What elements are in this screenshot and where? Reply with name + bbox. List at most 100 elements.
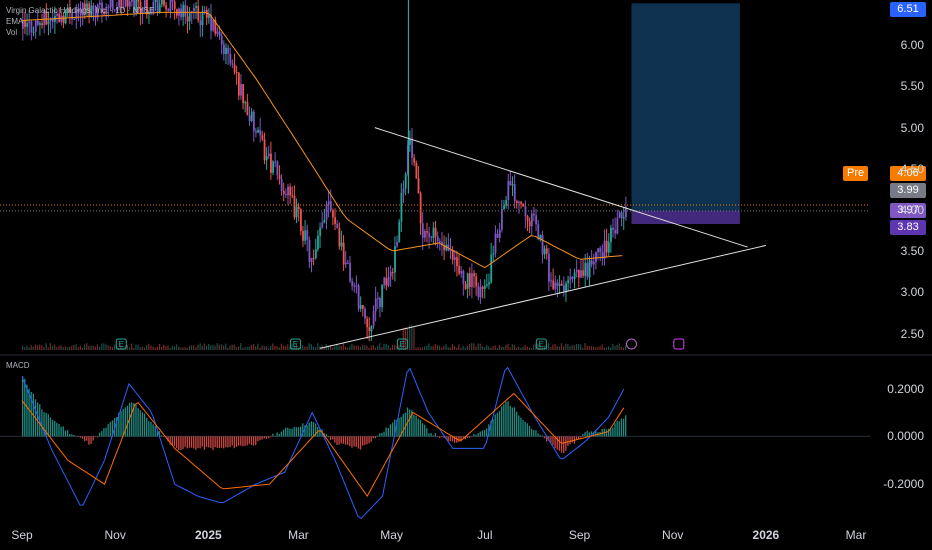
candle-body bbox=[460, 271, 463, 274]
macd-histogram-bar bbox=[257, 436, 259, 442]
volume-bar bbox=[28, 347, 30, 350]
macd-histogram-bar bbox=[237, 436, 240, 446]
volume-bar bbox=[603, 347, 605, 350]
ema-legend[interactable]: EMA bbox=[6, 17, 23, 27]
candle-body bbox=[372, 311, 375, 326]
macd-histogram-bar bbox=[94, 436, 97, 437]
candle-body bbox=[98, 2, 101, 5]
macd-histogram-bar bbox=[235, 436, 238, 447]
volume-bar bbox=[75, 344, 77, 350]
macd-histogram-bar bbox=[244, 436, 246, 446]
volume-bar bbox=[77, 347, 79, 350]
macd-histogram-bar bbox=[173, 436, 176, 447]
volume-bar bbox=[616, 344, 618, 350]
macd-histogram-bar bbox=[182, 436, 184, 450]
volume-bar bbox=[571, 345, 573, 350]
volume-bar bbox=[180, 347, 182, 350]
macd-histogram-bar bbox=[227, 436, 229, 448]
macd-histogram-bar bbox=[558, 436, 561, 451]
macd-histogram-bar bbox=[77, 436, 79, 437]
volume-bar bbox=[257, 343, 259, 350]
candle-body bbox=[370, 325, 373, 332]
earnings-marker-label: E bbox=[119, 340, 124, 349]
candle-body bbox=[336, 223, 339, 228]
candle-body bbox=[340, 242, 343, 247]
macd-histogram-bar bbox=[267, 436, 270, 439]
price-axis-label: 5.50 bbox=[900, 79, 924, 94]
candle-body bbox=[391, 271, 394, 273]
volume-bar bbox=[582, 347, 584, 350]
candle-body bbox=[496, 233, 499, 238]
macd-histogram-bar bbox=[338, 436, 340, 445]
macd-histogram-bar bbox=[51, 419, 54, 437]
candle-body bbox=[171, 0, 174, 2]
price-axis-label: 5.00 bbox=[900, 120, 924, 135]
volume-bar bbox=[276, 346, 278, 350]
macd-histogram-bar bbox=[462, 436, 464, 438]
candle-body bbox=[186, 16, 189, 22]
candle-body bbox=[554, 282, 557, 289]
macd-histogram-bar bbox=[428, 433, 430, 437]
volume-bar bbox=[188, 345, 190, 350]
candle-body bbox=[436, 236, 439, 242]
macd-histogram-bar bbox=[507, 401, 509, 437]
volume-bar bbox=[81, 347, 84, 350]
volume-bar bbox=[169, 347, 171, 350]
macd-histogram-bar bbox=[483, 429, 486, 437]
volume-bar bbox=[475, 346, 477, 350]
candle-body bbox=[421, 223, 424, 238]
macd-histogram-bar bbox=[120, 411, 122, 437]
macd-histogram-bar bbox=[146, 417, 148, 437]
volume-bar bbox=[334, 346, 336, 350]
macd-histogram-bar bbox=[473, 433, 475, 437]
volume-bar bbox=[244, 347, 246, 350]
macd-histogram-bar bbox=[370, 436, 372, 442]
candle-body bbox=[359, 305, 362, 309]
volume-bar bbox=[285, 346, 287, 350]
candle-body bbox=[237, 72, 240, 96]
candle-body bbox=[158, 4, 161, 13]
macd-histogram-bar bbox=[528, 425, 531, 437]
price-axis-label: 2.50 bbox=[900, 326, 924, 341]
macd-histogram-bar bbox=[73, 434, 75, 437]
volume-bar bbox=[308, 343, 310, 350]
volume-bar bbox=[43, 347, 45, 350]
macd-histogram-bar bbox=[175, 436, 178, 449]
volume-bar bbox=[167, 345, 169, 350]
candle-body bbox=[518, 201, 520, 204]
chart-canvas[interactable]: EEEE bbox=[0, 0, 932, 550]
volume-bar bbox=[184, 347, 186, 350]
volume-bar bbox=[417, 347, 419, 350]
volume-bar bbox=[503, 346, 505, 350]
macd-histogram-bar bbox=[223, 436, 225, 449]
volume-bar bbox=[552, 344, 554, 350]
candle-body bbox=[522, 204, 525, 207]
volume-bar bbox=[394, 344, 396, 350]
symbol-title[interactable]: Virgin Galactic Holdings, Inc. · 1D · NY… bbox=[6, 6, 154, 16]
candle-body bbox=[248, 115, 251, 121]
volume-bar bbox=[141, 347, 143, 350]
time-axis-label: Nov bbox=[662, 528, 684, 542]
candle-body bbox=[490, 254, 493, 283]
macd-histogram-bar bbox=[139, 410, 141, 437]
volume-bar bbox=[473, 343, 475, 350]
volume-bar bbox=[128, 347, 131, 350]
volume-bar bbox=[84, 344, 86, 350]
volume-bar bbox=[449, 347, 451, 350]
candle-body bbox=[560, 283, 563, 286]
macd-histogram-bar bbox=[188, 436, 191, 448]
volume-bar bbox=[193, 345, 195, 350]
volume-bar bbox=[518, 346, 520, 350]
volume-bar bbox=[436, 344, 439, 350]
volume-bar bbox=[267, 347, 270, 350]
volume-bar bbox=[306, 346, 308, 350]
macd-histogram-bar bbox=[526, 423, 528, 437]
macd-histogram-bar bbox=[409, 409, 411, 437]
candle-body bbox=[492, 253, 495, 255]
macd-legend[interactable]: MACD bbox=[6, 361, 30, 371]
candle-body bbox=[368, 327, 371, 332]
vol-legend[interactable]: Vol bbox=[6, 28, 17, 38]
macd-histogram-bar bbox=[586, 430, 588, 437]
candle-body bbox=[334, 217, 337, 224]
candle-body bbox=[614, 229, 617, 234]
